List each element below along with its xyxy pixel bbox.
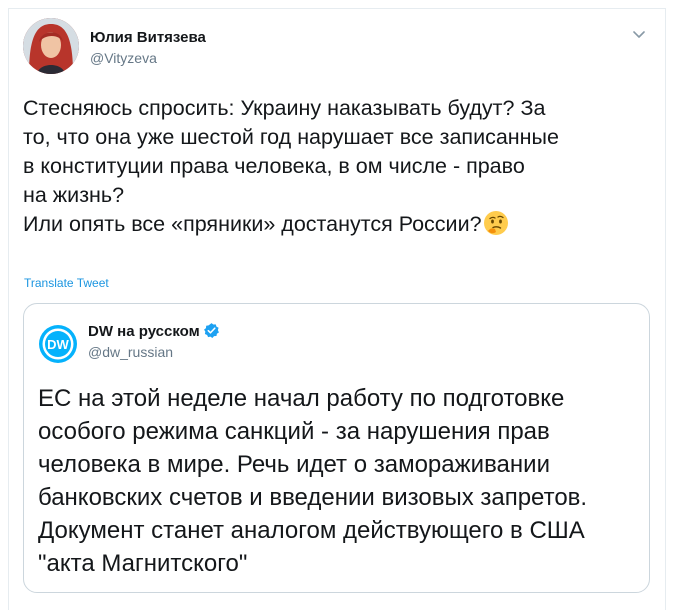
chevron-down-icon[interactable]: [632, 30, 646, 40]
author-name[interactable]: Юлия Витязева: [90, 29, 206, 46]
tweet-text-line-last: Или опять все «пряники» достанутся Росси…: [23, 210, 633, 239]
tweet-text: Стесняюсь спросить: Украину наказывать б…: [23, 94, 633, 239]
quoted-text-line: особого режима санкций - за нарушения пр…: [38, 418, 550, 445]
dw-logo-text: DW: [47, 337, 69, 352]
author-handle[interactable]: @Vityzeva: [90, 50, 157, 66]
tweet-text-line: Стесняюсь спросить: Украину наказывать б…: [23, 96, 546, 120]
quoted-author-name[interactable]: DW на русском: [88, 323, 200, 340]
dw-logo-icon: DW: [39, 325, 77, 363]
quoted-tweet[interactable]: DW DW на русском @dw_russian ЕС на этой …: [23, 303, 650, 593]
tweet-text-line: в конституции права человека, в ом числе…: [23, 154, 525, 178]
translate-tweet-link[interactable]: Translate Tweet: [24, 276, 109, 290]
quoted-text-line: банковских счетов и введении визовых зап…: [38, 484, 588, 511]
avatar-image: [23, 18, 79, 74]
verified-badge-icon: [203, 323, 219, 339]
quoted-text-line: "акта Магнитского": [38, 550, 248, 577]
quoted-author-name-row: DW на русском: [88, 322, 220, 340]
quoted-text-line: человека в мире. Речь идет о замораживан…: [38, 451, 550, 478]
quoted-text-line: ЕС на этой неделе начал работу по подгот…: [38, 385, 565, 412]
tweet-text-line: на жизнь?: [23, 183, 125, 207]
tweet-text-line: то, что она уже шестой год нарушает все …: [23, 125, 559, 149]
tweet-text-line: Или опять все «пряники» достанутся Росси…: [23, 212, 482, 236]
quoted-tweet-text: ЕС на этой неделе начал работу по подгот…: [38, 382, 638, 580]
quoted-author-handle: @dw_russian: [88, 344, 174, 360]
thinking-face-icon: [483, 211, 508, 235]
author-avatar[interactable]: [23, 18, 79, 74]
quoted-text-line: Документ станет аналогом действующего в …: [38, 517, 585, 544]
